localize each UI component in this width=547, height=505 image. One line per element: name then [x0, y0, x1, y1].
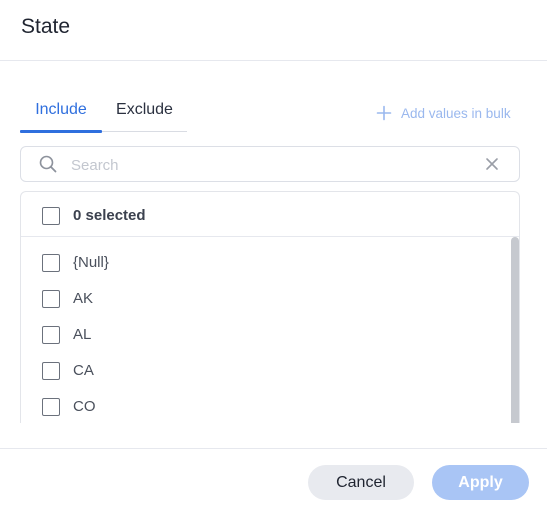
filter-mode-tabs: Include Exclude: [20, 96, 187, 133]
list-item[interactable]: CO: [21, 389, 509, 423]
item-checkbox[interactable]: [42, 398, 60, 416]
list-item[interactable]: AK: [21, 281, 509, 317]
apply-button[interactable]: Apply: [432, 465, 529, 500]
cancel-button[interactable]: Cancel: [308, 465, 414, 500]
item-label: CO: [73, 398, 96, 415]
dialog-header: State: [0, 0, 547, 61]
value-list: 0 selected {Null} AK AL CA CO: [20, 191, 520, 423]
close-icon[interactable]: [485, 157, 499, 171]
list-item[interactable]: {Null}: [21, 245, 509, 281]
select-all-row[interactable]: 0 selected: [21, 192, 519, 237]
item-checkbox[interactable]: [42, 290, 60, 308]
plus-icon: [376, 105, 392, 121]
item-label: CA: [73, 362, 94, 379]
search-box: [20, 146, 520, 182]
list-item[interactable]: CA: [21, 353, 509, 389]
selected-count: 0 selected: [73, 207, 146, 224]
search-input[interactable]: [71, 153, 471, 177]
list-scrollbar[interactable]: [510, 237, 519, 423]
add-values-in-bulk-label: Add values in bulk: [401, 105, 511, 121]
dialog-title: State: [21, 15, 71, 38]
item-label: AK: [73, 290, 94, 307]
select-all-checkbox[interactable]: [42, 207, 60, 225]
item-label: AL: [73, 326, 92, 343]
search-icon: [39, 155, 57, 173]
tab-exclude[interactable]: Exclude: [102, 96, 187, 132]
item-label: {Null}: [73, 254, 109, 271]
item-checkbox[interactable]: [42, 254, 60, 272]
scrollbar-thumb[interactable]: [511, 237, 519, 423]
item-checkbox[interactable]: [42, 362, 60, 380]
tab-include[interactable]: Include: [20, 96, 102, 133]
item-checkbox[interactable]: [42, 326, 60, 344]
list-item[interactable]: AL: [21, 317, 509, 353]
add-values-in-bulk-button[interactable]: Add values in bulk: [376, 103, 511, 123]
dialog-footer: Cancel Apply: [0, 448, 547, 505]
